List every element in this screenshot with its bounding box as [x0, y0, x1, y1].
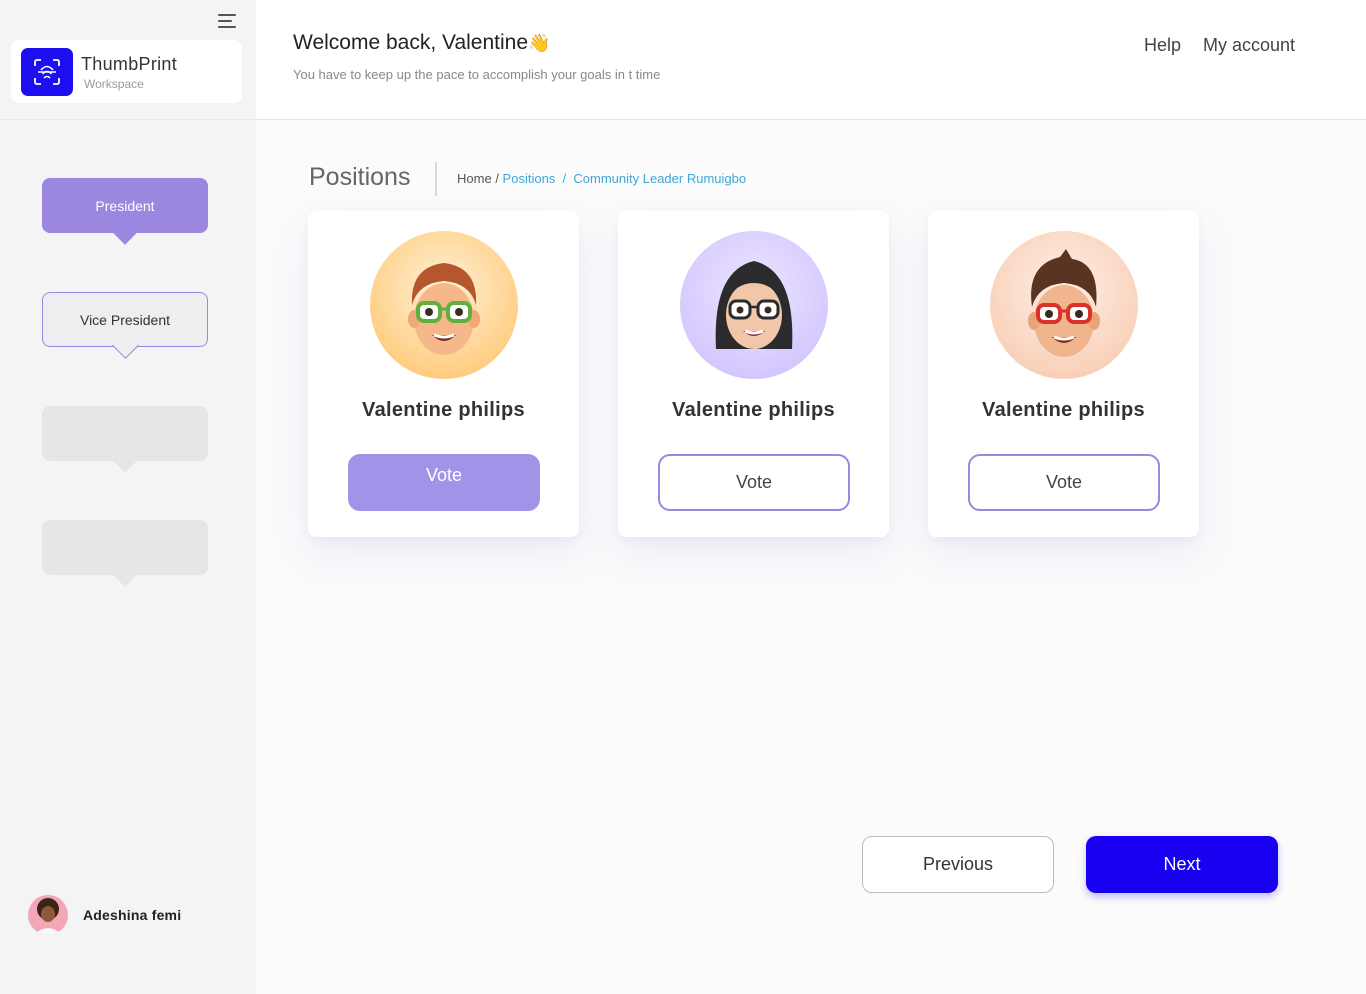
- candidate-card: Valentine philips Vote: [928, 211, 1199, 537]
- waving-hand-icon: 👋: [528, 33, 551, 53]
- sidebar: ThumbPrint Workspace President Vice Pres…: [0, 0, 256, 994]
- candidate-name: Valentine philips: [672, 399, 835, 421]
- position-tab-placeholder[interactable]: [42, 406, 208, 473]
- next-button[interactable]: Next: [1086, 836, 1278, 893]
- welcome-subtitle: You have to keep up the pace to accompli…: [293, 67, 661, 82]
- candidate-card: Valentine philips Vote: [618, 211, 889, 537]
- memoji-green-glasses-icon: [370, 231, 518, 379]
- position-tab-placeholder[interactable]: [42, 520, 208, 587]
- vote-button[interactable]: Vote: [348, 454, 540, 511]
- position-tab-vice-president[interactable]: Vice President: [42, 292, 208, 359]
- top-header: Welcome back, Valentine👋 You have to kee…: [256, 0, 1366, 120]
- memoji-woman-glasses-icon: [680, 231, 828, 379]
- candidate-name: Valentine philips: [362, 399, 525, 421]
- welcome-heading: Welcome back, Valentine👋: [293, 31, 551, 54]
- position-tab-label: Vice President: [79, 311, 170, 328]
- breadcrumb-current[interactable]: Community Leader Rumuigbo: [573, 171, 746, 186]
- page-title: Positions: [309, 163, 411, 191]
- fingerprint-logo-icon: [21, 48, 73, 96]
- help-link[interactable]: Help: [1144, 35, 1181, 56]
- sidebar-header: ThumbPrint Workspace: [0, 0, 256, 120]
- my-account-link[interactable]: My account: [1203, 35, 1295, 56]
- divider: [435, 162, 437, 196]
- vote-button[interactable]: Vote: [968, 454, 1160, 511]
- position-tab-label: President: [95, 197, 155, 214]
- avatar: [28, 895, 68, 935]
- candidate-name: Valentine philips: [982, 399, 1145, 421]
- memoji-red-glasses-icon: [990, 231, 1138, 379]
- vote-button[interactable]: Vote: [658, 454, 850, 511]
- menu-icon[interactable]: [218, 13, 238, 31]
- brand-name: ThumbPrint: [81, 54, 178, 74]
- user-profile[interactable]: Adeshina femi: [28, 895, 181, 935]
- breadcrumb-home[interactable]: Home: [457, 171, 492, 186]
- previous-button[interactable]: Previous: [862, 836, 1054, 893]
- brand-subtitle: Workspace: [84, 77, 144, 91]
- brand-card[interactable]: ThumbPrint Workspace: [11, 40, 242, 103]
- user-name: Adeshina femi: [83, 907, 182, 923]
- breadcrumb-positions[interactable]: Positions: [503, 171, 556, 186]
- position-tab-president[interactable]: President: [42, 178, 208, 245]
- breadcrumb: Home / Positions / Community Leader Rumu…: [457, 171, 747, 186]
- candidate-card: Valentine philips Vote: [308, 211, 579, 537]
